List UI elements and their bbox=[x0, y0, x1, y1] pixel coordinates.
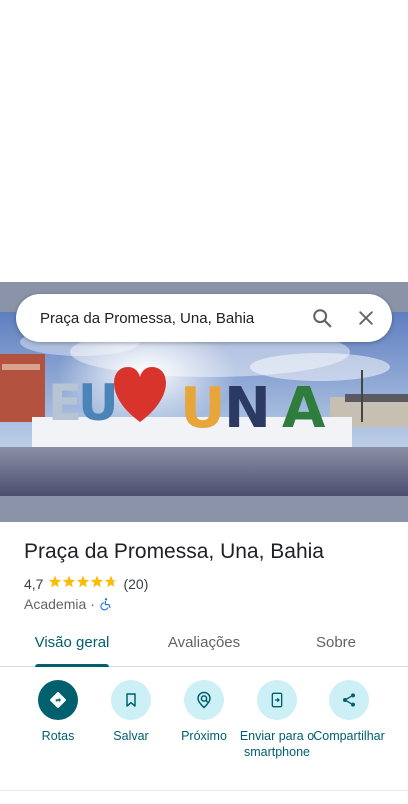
send-to-phone-button[interactable]: Enviar para o smartphone bbox=[238, 680, 316, 760]
divider bbox=[0, 790, 408, 791]
clear-search-button[interactable] bbox=[348, 300, 384, 336]
share-button[interactable]: Compartilhar bbox=[310, 680, 388, 744]
directions-label: Rotas bbox=[41, 729, 75, 743]
action-buttons: Rotas Salvar Próximo Enviar para o smart… bbox=[0, 680, 408, 788]
directions-button-circle bbox=[38, 680, 78, 720]
share-label: Compartilhar bbox=[313, 729, 385, 743]
tab-reviews[interactable]: Avaliações bbox=[156, 622, 252, 666]
star-icon bbox=[91, 575, 104, 588]
share-icon bbox=[343, 693, 355, 707]
rating-value: 4,7 bbox=[24, 575, 44, 592]
star-icon bbox=[105, 575, 118, 588]
save-button-circle bbox=[111, 680, 151, 720]
star-icon bbox=[63, 575, 76, 588]
place-tabs: Visão geral Avaliações Sobre bbox=[0, 622, 408, 667]
search-button[interactable] bbox=[304, 300, 340, 336]
svg-text:N: N bbox=[224, 376, 271, 441]
wheelchair-icon bbox=[100, 598, 111, 611]
send-to-phone-icon bbox=[271, 692, 283, 708]
nearby-label: Próximo bbox=[181, 729, 227, 743]
nearby-button-circle bbox=[184, 680, 224, 720]
star-icons bbox=[49, 575, 118, 588]
tab-about[interactable]: Sobre bbox=[290, 622, 382, 666]
search-input[interactable]: Praça da Promessa, Una, Bahia bbox=[16, 310, 304, 327]
rating-row[interactable]: 4,7 (20) bbox=[24, 575, 148, 592]
send-to-phone-button-circle bbox=[257, 680, 297, 720]
star-icon bbox=[77, 575, 90, 588]
empty-map-area bbox=[0, 0, 408, 282]
place-title: Praça da Promessa, Una, Bahia bbox=[24, 540, 324, 563]
share-button-circle bbox=[329, 680, 369, 720]
search-bar[interactable]: Praça da Promessa, Una, Bahia bbox=[16, 294, 392, 342]
directions-icon bbox=[50, 692, 66, 708]
nearby-button[interactable]: Próximo bbox=[165, 680, 243, 744]
close-icon bbox=[359, 311, 373, 325]
save-button[interactable]: Salvar bbox=[92, 680, 170, 744]
tab-overview[interactable]: Visão geral bbox=[24, 622, 120, 666]
save-label: Salvar bbox=[113, 729, 149, 743]
search-icon bbox=[313, 309, 332, 328]
active-tab-indicator bbox=[35, 664, 109, 667]
svg-text:A: A bbox=[282, 376, 326, 441]
svg-text:U: U bbox=[180, 376, 225, 441]
directions-button[interactable]: Rotas bbox=[19, 680, 97, 744]
bookmark-icon bbox=[126, 693, 136, 707]
send-to-phone-label: Enviar para o smartphone bbox=[239, 729, 315, 759]
star-icon bbox=[49, 575, 62, 588]
category-row: Academia · bbox=[24, 596, 113, 612]
separator-dot: · bbox=[90, 596, 95, 612]
place-category[interactable]: Academia bbox=[24, 596, 86, 612]
reviews-count[interactable]: (20) bbox=[123, 576, 148, 592]
star-rating bbox=[48, 575, 118, 592]
nearby-icon bbox=[197, 691, 211, 709]
svg-text:U: U bbox=[78, 374, 119, 432]
